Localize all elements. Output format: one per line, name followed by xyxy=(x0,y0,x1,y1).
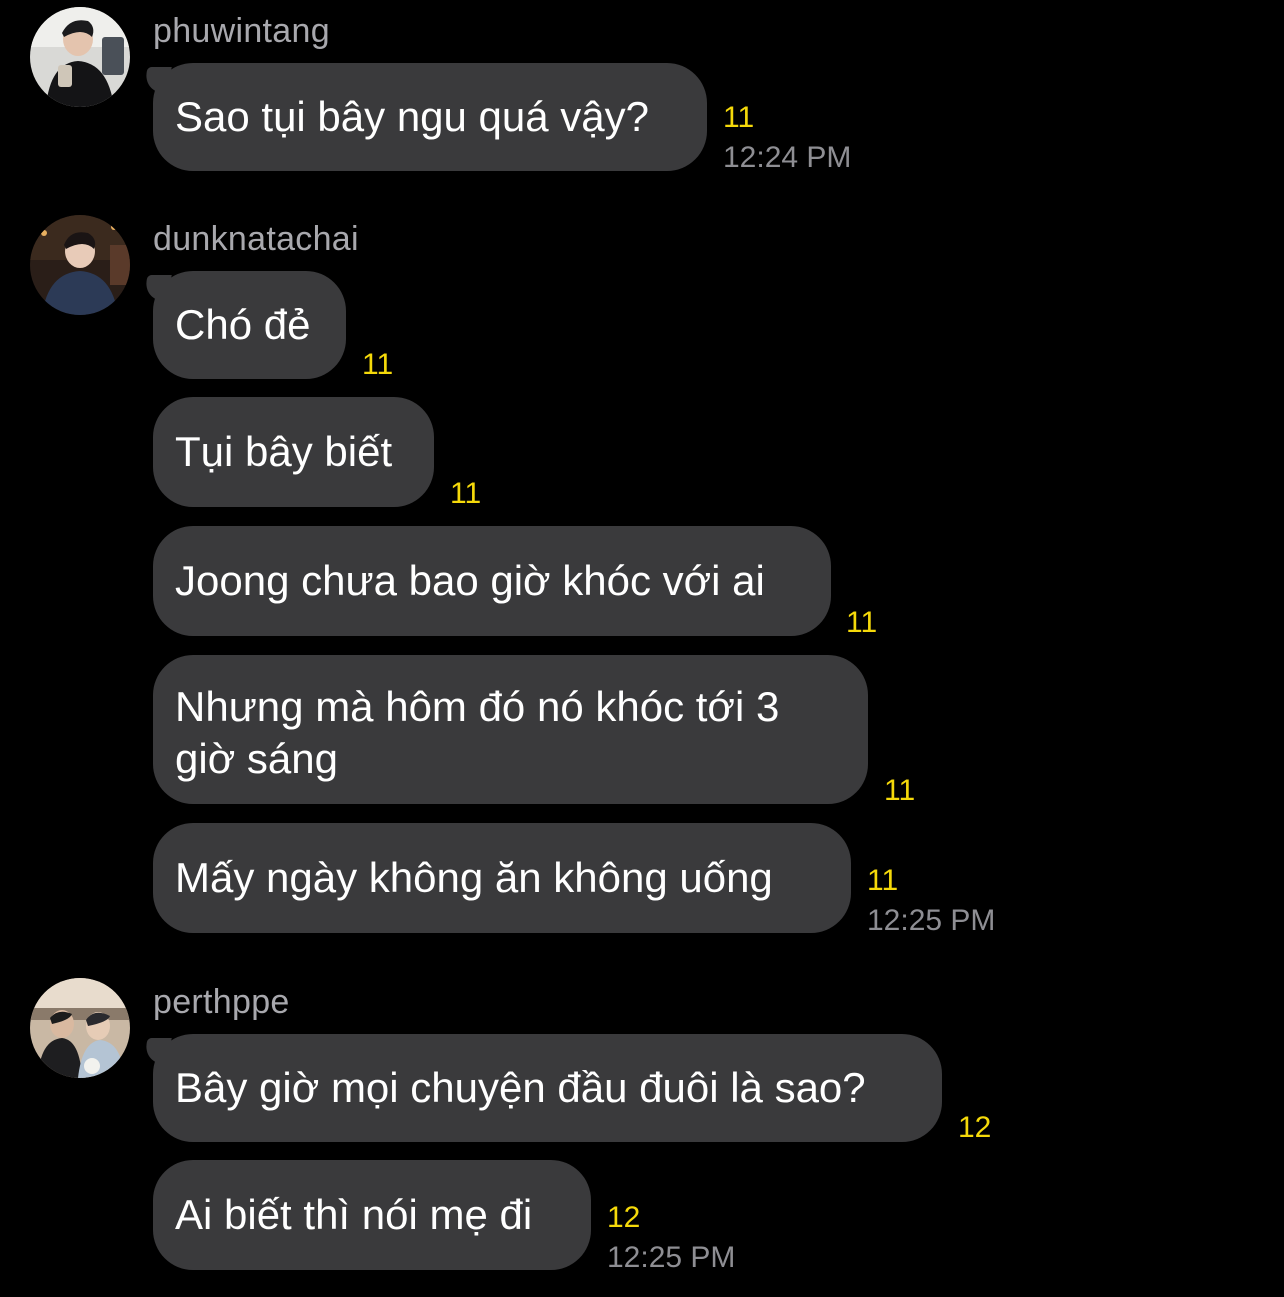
message-text: Chó đẻ xyxy=(175,301,311,348)
timestamp: 12:24 PM xyxy=(723,141,852,174)
message-text: Mấy ngày không ăn không uống xyxy=(175,854,773,901)
read-count: 11 xyxy=(884,774,916,807)
message-bubble[interactable]: Sao tụi bây ngu quá vậy? xyxy=(153,63,707,171)
profile-photo-icon xyxy=(30,7,130,107)
timestamp: 12:25 PM xyxy=(607,1241,736,1274)
message-bubble[interactable]: Bây giờ mọi chuyện đầu đuôi là sao? xyxy=(153,1034,942,1142)
message-bubble[interactable]: Chó đẻ xyxy=(153,271,346,379)
read-count: 12 xyxy=(958,1111,992,1144)
read-count: 11 xyxy=(867,864,899,897)
profile-photo-icon xyxy=(30,215,130,315)
read-count: 11 xyxy=(846,606,878,639)
read-count: 11 xyxy=(450,477,482,510)
message-text: Nhưng mà hôm đó nó khóc tới 3 giờ sáng xyxy=(175,683,780,782)
message-bubble[interactable]: Mấy ngày không ăn không uống xyxy=(153,823,851,933)
timestamp: 12:25 PM xyxy=(867,904,996,937)
read-count: 11 xyxy=(723,101,755,134)
message-text: Ai biết thì nói mẹ đi xyxy=(175,1191,533,1238)
read-count: 12 xyxy=(607,1201,641,1234)
message-bubble[interactable]: Tụi bây biết xyxy=(153,397,434,507)
message-text: Tụi bây biết xyxy=(175,428,393,475)
avatar-phuwintang[interactable] xyxy=(30,7,130,107)
avatar-perthppe[interactable] xyxy=(30,978,130,1078)
message-bubble[interactable]: Nhưng mà hôm đó nó khóc tới 3 giờ sáng xyxy=(153,655,868,804)
profile-photo-icon xyxy=(30,978,130,1078)
sender-name: perthppe xyxy=(153,983,290,1021)
sender-name: dunknatachai xyxy=(153,220,359,258)
read-count: 11 xyxy=(362,348,394,381)
message-text: Joong chưa bao giờ khóc với ai xyxy=(175,557,765,604)
avatar-dunknatachai[interactable] xyxy=(30,215,130,315)
message-bubble[interactable]: Ai biết thì nói mẹ đi xyxy=(153,1160,591,1270)
message-text: Bây giờ mọi chuyện đầu đuôi là sao? xyxy=(175,1064,866,1111)
message-text: Sao tụi bây ngu quá vậy? xyxy=(175,93,650,140)
message-bubble[interactable]: Joong chưa bao giờ khóc với ai xyxy=(153,526,831,636)
sender-name: phuwintang xyxy=(153,12,330,50)
